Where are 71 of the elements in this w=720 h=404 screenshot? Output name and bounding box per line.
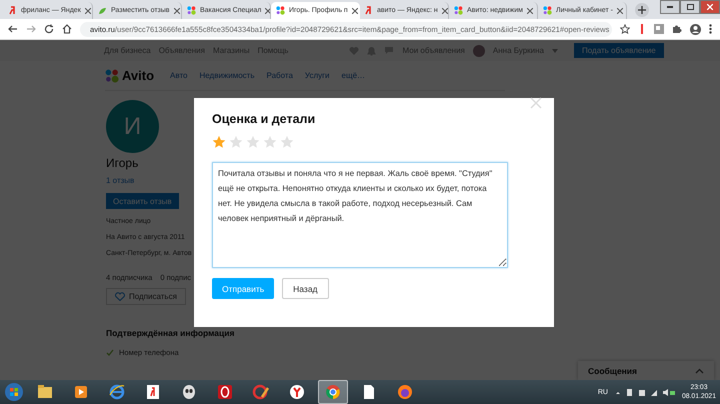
opera-icon[interactable]	[216, 383, 234, 401]
start-button[interactable]	[4, 382, 24, 402]
y-browser-icon[interactable]	[288, 383, 306, 401]
rating-star[interactable]	[263, 135, 277, 149]
check-icon	[106, 349, 114, 356]
dots-logo-icon	[543, 6, 552, 15]
dots-logo-icon	[187, 6, 196, 15]
plus-icon	[638, 6, 646, 14]
rating-star[interactable]	[280, 135, 294, 149]
submit-button[interactable]: Отправить	[212, 278, 274, 299]
messages-panel[interactable]: Сообщения	[578, 361, 714, 380]
close-icon[interactable]	[84, 8, 91, 14]
category-link[interactable]: Работа	[266, 71, 293, 80]
puzzle-icon[interactable]	[672, 24, 682, 34]
rating-star[interactable]	[229, 135, 243, 149]
close-icon	[707, 4, 713, 10]
bookmark-star-icon[interactable]	[620, 24, 630, 34]
yandex-letter-icon	[365, 6, 373, 15]
dots-logo-icon	[454, 6, 463, 15]
category-link[interactable]: ещё…	[342, 71, 366, 80]
maximize-icon	[686, 4, 694, 10]
minimize-icon	[667, 6, 673, 8]
profile-name: Игорь	[106, 156, 138, 170]
back-icon[interactable]	[8, 24, 18, 34]
yandex-icon[interactable]	[144, 383, 162, 401]
minimize-button[interactable]	[660, 0, 680, 14]
subscribe-button[interactable]: Подписаться	[106, 288, 186, 305]
heart-icon	[115, 292, 125, 301]
close-icon[interactable]	[265, 8, 270, 14]
category-link[interactable]: Авто	[170, 71, 188, 80]
close-icon[interactable]	[174, 8, 180, 14]
home-icon[interactable]	[62, 24, 72, 34]
back-button[interactable]: Назад	[282, 278, 329, 299]
tray-icons-drawing[interactable]	[614, 388, 675, 396]
close-icon[interactable]	[442, 8, 448, 14]
e-globe-icon[interactable]	[108, 383, 126, 401]
play-icon[interactable]	[72, 383, 90, 401]
section-heading: Подтверждённая информация	[106, 328, 234, 338]
maximize-button[interactable]	[680, 0, 700, 14]
chevron-up-icon	[695, 368, 704, 374]
broom-icon[interactable]	[252, 383, 270, 401]
leaf-icon	[98, 6, 107, 14]
close-button[interactable]	[700, 0, 720, 14]
avatar: И	[106, 100, 159, 153]
dialog-title: Оценка и детали	[212, 112, 316, 126]
reviews-link[interactable]: 1 отзыв	[106, 176, 134, 185]
firefox-icon[interactable]	[396, 383, 414, 401]
leave-review-button[interactable]: Оставить отзыв	[106, 193, 179, 209]
folder-icon[interactable]	[36, 383, 54, 401]
rating-star[interactable]	[212, 135, 226, 149]
post-ad-button[interactable]: Подать объявление	[574, 43, 664, 58]
reload-icon[interactable]	[44, 24, 54, 34]
site-logo[interactable]: Avito	[122, 68, 154, 83]
extension-icon[interactable]	[654, 24, 664, 34]
dots-logo-icon	[105, 68, 119, 82]
category-link[interactable]: Недвижимость	[199, 71, 255, 80]
review-field[interactable]: Почитала отзывы и поняла что я не первая. Жаль своё время. "Студия" ещё не открыта. Непонятно откуда клиенты и сколько их будет, потока нет. Не увидела смысла в такой работе, подход несерьезный. Сам человек неприятный и дёрганый.	[212, 162, 508, 268]
dots-logo-icon	[276, 6, 285, 15]
menu-icon[interactable]	[709, 24, 712, 34]
rating-star[interactable]	[246, 135, 260, 149]
extension-icon[interactable]	[638, 24, 646, 34]
user-avatar-icon	[472, 44, 485, 56]
close-icon[interactable]	[352, 8, 358, 14]
new-tab-button[interactable]	[635, 3, 649, 17]
close-icon[interactable]	[616, 8, 623, 14]
category-link[interactable]: Услуги	[304, 71, 330, 80]
yandex-letter-icon	[9, 6, 17, 15]
chrome-icon[interactable]	[324, 383, 342, 401]
close-icon[interactable]	[526, 8, 533, 14]
alien-head-icon[interactable]	[180, 383, 198, 401]
profile-avatar-icon[interactable]	[690, 24, 701, 34]
